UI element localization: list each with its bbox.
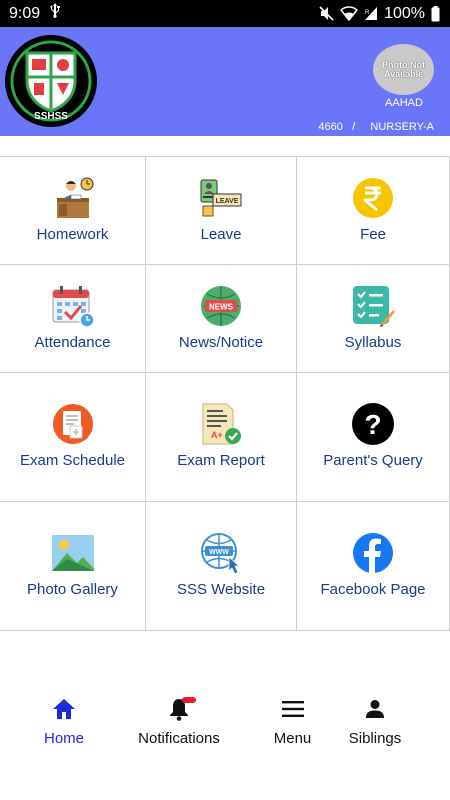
photo-placeholder-text: Photo Not Available bbox=[382, 59, 425, 79]
tile-facebook-page[interactable]: Facebook Page bbox=[297, 502, 450, 631]
nav-menu[interactable]: Menu bbox=[230, 695, 355, 765]
school-logo: SSHSS bbox=[5, 35, 97, 127]
home-icon bbox=[52, 695, 76, 723]
status-time: 9:09 bbox=[9, 4, 41, 22]
profile-photo[interactable]: Photo Not Available bbox=[373, 44, 434, 95]
svg-text:NEWS: NEWS bbox=[209, 302, 234, 311]
leave-icon: LEAVE bbox=[199, 176, 243, 220]
tile-photo-gallery[interactable]: Photo Gallery bbox=[0, 502, 146, 631]
signal-icon: R bbox=[364, 6, 378, 21]
header-banner: SSHSS Photo Not Available AAHAD 4660 / N… bbox=[0, 27, 450, 136]
student-meta: 4660 / NURSERY-A bbox=[318, 121, 434, 133]
homework-icon bbox=[51, 176, 95, 220]
battery-text: 100% bbox=[384, 4, 425, 22]
svg-text:WWW: WWW bbox=[209, 549, 229, 556]
tile-label: Attendance bbox=[34, 333, 111, 351]
tile-exam-schedule[interactable]: Exam Schedule bbox=[0, 373, 146, 502]
menu-icon bbox=[281, 695, 304, 723]
mute-icon bbox=[319, 6, 334, 21]
nav-home[interactable]: Home bbox=[0, 695, 128, 765]
tile-label: Syllabus bbox=[344, 333, 402, 351]
website-icon: WWW bbox=[199, 531, 243, 575]
battery-icon bbox=[431, 5, 440, 22]
status-bar: 9:09 R 100% bbox=[0, 0, 450, 27]
nav-siblings[interactable]: Siblings bbox=[349, 695, 401, 765]
tile-label: Facebook Page bbox=[320, 581, 426, 598]
syllabus-icon bbox=[351, 284, 395, 328]
svg-text:?: ? bbox=[364, 409, 381, 440]
tile-label: Photo Gallery bbox=[27, 581, 118, 598]
class-section: NURSERY-A bbox=[370, 121, 434, 133]
wifi-icon bbox=[340, 6, 359, 21]
tile-label: Leave bbox=[200, 225, 242, 243]
facebook-icon bbox=[351, 531, 395, 575]
news-icon: NEWS bbox=[199, 284, 243, 328]
svg-text:A+: A+ bbox=[211, 430, 223, 440]
exam-schedule-icon bbox=[51, 402, 95, 446]
tile-label: SSS Website bbox=[176, 581, 266, 598]
tile-label: Homework bbox=[36, 225, 109, 243]
tile-attendance[interactable]: Attendance bbox=[0, 265, 146, 373]
usb-icon bbox=[49, 3, 61, 24]
nav-notifications-label: Notifications bbox=[138, 730, 220, 747]
bottom-navigation: Home Notifications Menu Siblings bbox=[0, 695, 450, 765]
nav-home-label: Home bbox=[43, 730, 84, 747]
nav-siblings-label: Siblings bbox=[348, 730, 402, 747]
person-icon bbox=[365, 695, 385, 723]
feature-grid: Homework LEAVE Leave Fee Attendance NEWS… bbox=[0, 156, 450, 631]
tile-label: Parent's Query bbox=[323, 452, 423, 469]
tile-leave[interactable]: LEAVE Leave bbox=[146, 157, 297, 265]
logo-text: SSHSS bbox=[34, 111, 68, 122]
rupee-icon bbox=[351, 176, 395, 220]
gallery-icon bbox=[51, 531, 95, 575]
exam-report-icon: A+ bbox=[199, 402, 243, 446]
tile-label: Fee bbox=[360, 225, 386, 243]
svg-text:R: R bbox=[365, 10, 370, 16]
tile-sss-website[interactable]: WWW SSS Website bbox=[146, 502, 297, 631]
tile-exam-report[interactable]: A+ Exam Report bbox=[146, 373, 297, 502]
nav-notifications[interactable]: Notifications bbox=[128, 695, 230, 765]
nav-menu-label: Menu bbox=[273, 730, 312, 747]
notification-badge bbox=[182, 697, 196, 703]
question-icon: ? bbox=[351, 402, 395, 446]
calendar-icon bbox=[51, 284, 95, 328]
student-name: AAHAD bbox=[385, 97, 423, 109]
svg-text:LEAVE: LEAVE bbox=[216, 198, 239, 205]
tile-parents-query[interactable]: ? Parent's Query bbox=[297, 373, 450, 502]
tile-news-notice[interactable]: NEWS News/Notice bbox=[146, 265, 297, 373]
tile-syllabus[interactable]: Syllabus bbox=[297, 265, 450, 373]
tile-label: Exam Report bbox=[177, 452, 265, 469]
tile-label: News/Notice bbox=[178, 333, 264, 351]
student-id: 4660 bbox=[318, 121, 343, 133]
tile-label: Exam Schedule bbox=[19, 452, 126, 469]
tile-fee[interactable]: Fee bbox=[297, 157, 450, 265]
tile-homework[interactable]: Homework bbox=[0, 157, 146, 265]
